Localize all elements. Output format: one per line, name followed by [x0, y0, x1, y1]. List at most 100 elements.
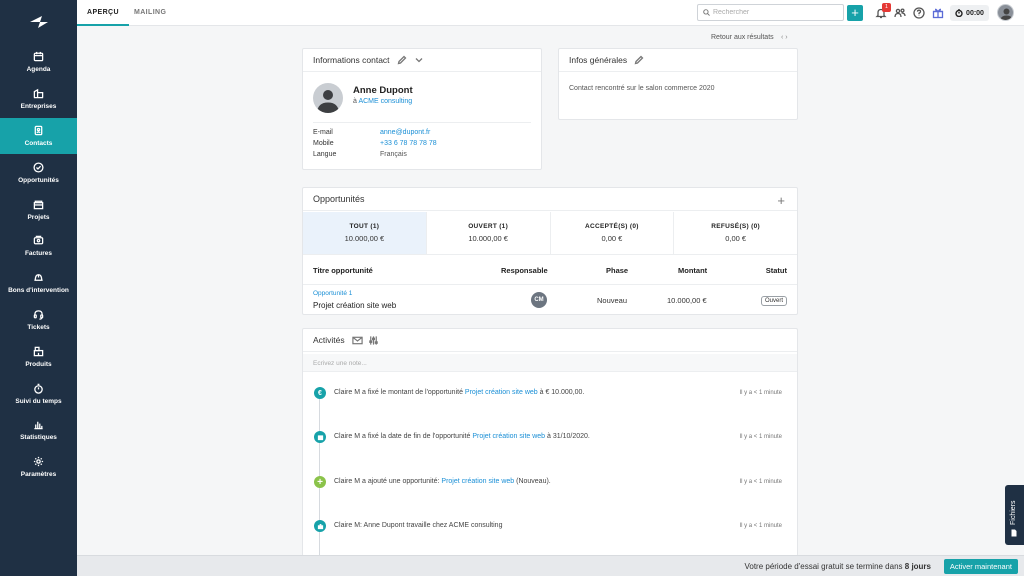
activity-pre: Claire M a ajouté une opportunité:	[334, 478, 442, 485]
amount-value: 10.000,00 €	[667, 296, 707, 305]
filter-label: ACCEPTÉ(S) (0)	[585, 223, 639, 230]
calendar-icon	[314, 431, 326, 443]
question-circle-icon	[913, 7, 925, 19]
column-header[interactable]: Phase	[606, 266, 628, 275]
result-pager[interactable]: ‹ ›	[781, 34, 788, 41]
field-label: E-mail	[313, 129, 333, 136]
trial-days: 8 jours	[904, 562, 931, 571]
timer-button[interactable]: 00:00	[950, 5, 989, 21]
column-header[interactable]: Responsable	[501, 266, 548, 275]
table-row[interactable]: Opportunité 1 Projet création site web C…	[303, 285, 797, 315]
sidebar-item-label: Opportunités	[18, 176, 59, 184]
user-avatar[interactable]	[997, 4, 1014, 21]
sidebar-item-label: Suivi du temps	[15, 397, 62, 405]
headset-icon	[33, 310, 44, 320]
building-icon	[33, 88, 44, 99]
files-tab[interactable]: Fichiers	[1005, 485, 1024, 545]
filter-all[interactable]: TOUT (1) 10.000,00 €	[303, 212, 427, 254]
activity-pre: Claire M a fixé le montant de l'opportun…	[334, 389, 465, 396]
sidebar-item-entreprises[interactable]: Entreprises	[0, 81, 77, 118]
column-header[interactable]: Montant	[678, 266, 707, 275]
filter-refused[interactable]: REFUSÉ(S) (0) 0,00 €	[674, 212, 797, 254]
sidebar-item-projets[interactable]: Projets	[0, 191, 77, 228]
briefcase-icon	[314, 520, 326, 532]
euro-icon: €	[314, 387, 326, 399]
contact-name: Anne Dupont	[353, 85, 413, 96]
search-box[interactable]	[697, 4, 844, 21]
sidebar-item-parametres[interactable]: Paramètres	[0, 449, 77, 486]
filter-value: 0,00 €	[725, 234, 747, 243]
general-info-card: Infos générales Contact rencontré sur le…	[558, 48, 798, 120]
note-input[interactable]	[303, 354, 797, 372]
search-icon	[703, 9, 710, 16]
column-header[interactable]: Titre opportunité	[313, 266, 373, 275]
responsable-avatar: CM	[531, 292, 547, 308]
filter-accepted[interactable]: ACCEPTÉ(S) (0) 0,00 €	[551, 212, 675, 254]
chevron-down-icon[interactable]	[414, 55, 424, 65]
email-link[interactable]: anne@dupont.fr	[380, 129, 430, 136]
activity-time: Il y a < 1 minute	[739, 479, 782, 485]
stopwatch-icon	[955, 9, 963, 17]
contact-avatar	[313, 83, 343, 113]
add-opportunity-button[interactable]: +	[777, 193, 785, 208]
search-input[interactable]	[713, 9, 838, 16]
company-link[interactable]: ACME consulting	[358, 98, 412, 105]
notifications-button[interactable]: 1	[875, 3, 891, 19]
envelope-icon[interactable]	[351, 335, 363, 346]
sidebar-item-suivi-temps[interactable]: Suivi du temps	[0, 375, 77, 412]
pencil-icon[interactable]	[634, 55, 644, 65]
status-badge: Ouvert	[760, 296, 787, 306]
sidebar-item-contacts[interactable]: Contacts	[0, 117, 77, 155]
filter-sliders-icon[interactable]	[368, 335, 379, 346]
timer-value: 00:00	[966, 9, 984, 17]
sidebar-item-label: Tickets	[27, 323, 50, 331]
sidebar: Agenda Entreprises Contacts Opportunités…	[0, 0, 77, 576]
card-title: Infos générales	[569, 55, 628, 65]
sidebar-item-statistiques[interactable]: Statistiques	[0, 412, 77, 449]
note-box[interactable]	[303, 354, 797, 372]
team-button[interactable]	[894, 7, 906, 19]
activity-time: Il y a < 1 minute	[739, 390, 782, 396]
activity-link[interactable]: Projet création site web	[441, 478, 514, 485]
files-label: Fichiers	[1010, 500, 1017, 525]
plus-icon: +	[314, 476, 326, 488]
card-header: Opportunités	[303, 188, 797, 211]
user-icon	[317, 90, 339, 113]
help-button[interactable]	[913, 7, 925, 19]
activity-link[interactable]: Projet création site web	[465, 389, 538, 396]
filter-label: OUVERT (1)	[468, 223, 509, 230]
activity-pre: Claire M: Anne Dupont travaille chez ACM…	[334, 522, 503, 529]
gift-icon	[932, 8, 944, 19]
tab-mailing[interactable]: MAILING	[124, 0, 176, 26]
sidebar-item-agenda[interactable]: Agenda	[0, 44, 77, 81]
sidebar-item-bons-intervention[interactable]: Bons d'intervention	[0, 265, 77, 302]
phase-value: Nouveau	[597, 296, 628, 305]
activity-time: Il y a < 1 minute	[739, 434, 782, 440]
tab-apercu[interactable]: APERÇU	[77, 0, 129, 26]
column-header[interactable]: Statut	[766, 266, 787, 275]
activity-link[interactable]: Projet création site web	[472, 433, 545, 440]
field-value: Français	[380, 151, 407, 158]
back-to-results-link[interactable]: Retour aux résultats	[711, 34, 774, 41]
add-button[interactable]: +	[847, 5, 863, 21]
activity-time: Il y a < 1 minute	[739, 523, 782, 529]
gift-button[interactable]	[932, 7, 944, 19]
sidebar-item-tickets[interactable]: Tickets	[0, 302, 77, 339]
card-header: Activités	[303, 329, 797, 352]
notification-badge: 1	[882, 3, 891, 12]
phone-link[interactable]: +33 6 78 78 78 78	[380, 140, 437, 147]
sidebar-item-label: Contacts	[24, 139, 53, 147]
trial-message: Votre période d'essai gratuit se termine…	[744, 562, 931, 571]
sidebar-item-label: Paramètres	[20, 471, 57, 479]
sidebar-item-opportunites[interactable]: Opportunités	[0, 154, 77, 191]
app-logo[interactable]	[0, 0, 77, 44]
user-icon	[1000, 8, 1013, 20]
activate-now-button[interactable]: Activer maintenant	[943, 559, 1018, 574]
filter-open[interactable]: OUVERT (1) 10.000,00 €	[427, 212, 551, 254]
sidebar-item-produits[interactable]: Produits	[0, 338, 77, 375]
sidebar-item-factures[interactable]: Factures	[0, 228, 77, 265]
opportunity-ref-link[interactable]: Opportunité 1	[313, 290, 352, 297]
sidebar-item-label: Entreprises	[20, 103, 57, 111]
pencil-icon[interactable]	[397, 55, 407, 65]
document-icon	[1011, 529, 1017, 537]
